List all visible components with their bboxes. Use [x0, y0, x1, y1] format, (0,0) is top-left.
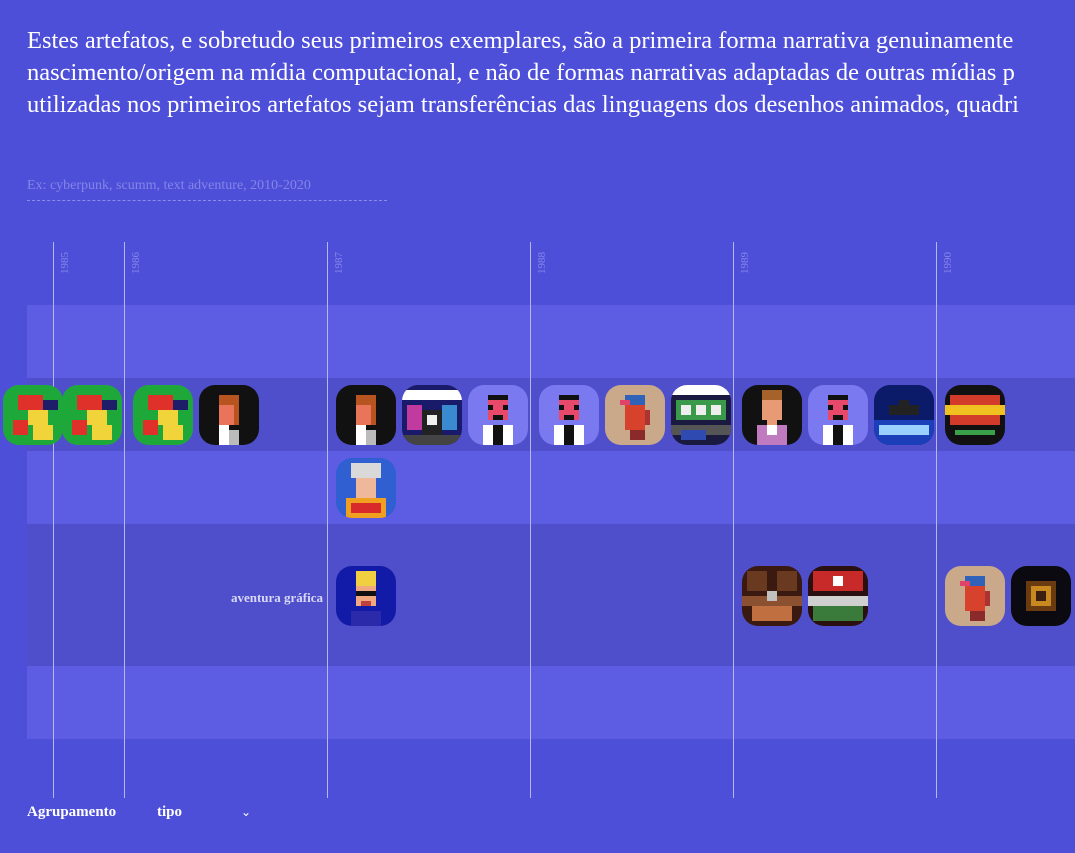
suited-man-icon[interactable] [808, 385, 868, 445]
pixel-face-icon[interactable] [945, 566, 1005, 626]
year-line-1986 [124, 242, 125, 798]
dark-orb-icon[interactable] [1011, 566, 1071, 626]
police-quest-2-cover-icon[interactable] [671, 385, 731, 445]
year-label-1986: 1986 [130, 252, 142, 274]
year-label-1985: 1985 [59, 252, 71, 274]
blond-hero-icon[interactable] [336, 566, 396, 626]
conquests-of-camelot-cover-icon[interactable] [945, 385, 1005, 445]
year-label-1990: 1990 [942, 252, 954, 274]
year-line-1989 [733, 242, 734, 798]
police-quest-cover-icon[interactable] [402, 385, 462, 445]
nazi-banner-scene-icon[interactable] [808, 566, 868, 626]
timeline-row-3 [27, 451, 1075, 524]
redhead-portrait-icon[interactable] [336, 385, 396, 445]
suited-man-icon[interactable] [468, 385, 528, 445]
year-label-1989: 1989 [739, 252, 751, 274]
pixel-face-icon[interactable] [605, 385, 665, 445]
year-line-1990 [936, 242, 937, 798]
redhead-portrait-icon[interactable] [199, 385, 259, 445]
intro-line-2: nascimento/origem na mídia computacional… [27, 59, 1015, 86]
suited-man-icon[interactable] [539, 385, 599, 445]
green-knight-icon[interactable] [133, 385, 193, 445]
office-scene-icon[interactable] [742, 566, 802, 626]
grouping-dropdown[interactable]: tipo [157, 804, 257, 820]
intro-line-3: utilizadas nos primeiros artefatos sejam… [27, 91, 1019, 118]
helmeted-warrior-icon[interactable] [336, 458, 396, 518]
brown-hair-hero-icon[interactable] [742, 385, 802, 445]
green-knight-icon[interactable] [3, 385, 63, 445]
year-label-1988: 1988 [536, 252, 548, 274]
timeline-row-1 [27, 305, 1075, 378]
timeline-row-5 [27, 666, 1075, 739]
search-input[interactable] [27, 172, 387, 201]
intro-line-1: Estes artefatos, e sobretudo seus primei… [27, 27, 1014, 54]
row-label-graphic-adventure: aventura gráfica [230, 590, 323, 605]
year-line-1987 [327, 242, 328, 798]
intro-text: Estes artefatos, e sobretudo seus primei… [27, 25, 1075, 121]
year-line-1985 [53, 242, 54, 798]
green-knight-icon[interactable] [62, 385, 122, 445]
grouping-label: Agrupamento [27, 804, 117, 820]
codename-iceman-cover-icon[interactable] [874, 385, 934, 445]
grouping-select[interactable]: tipo ⌄ [157, 803, 257, 825]
year-label-1987: 1987 [333, 252, 345, 274]
year-line-1988 [530, 242, 531, 798]
